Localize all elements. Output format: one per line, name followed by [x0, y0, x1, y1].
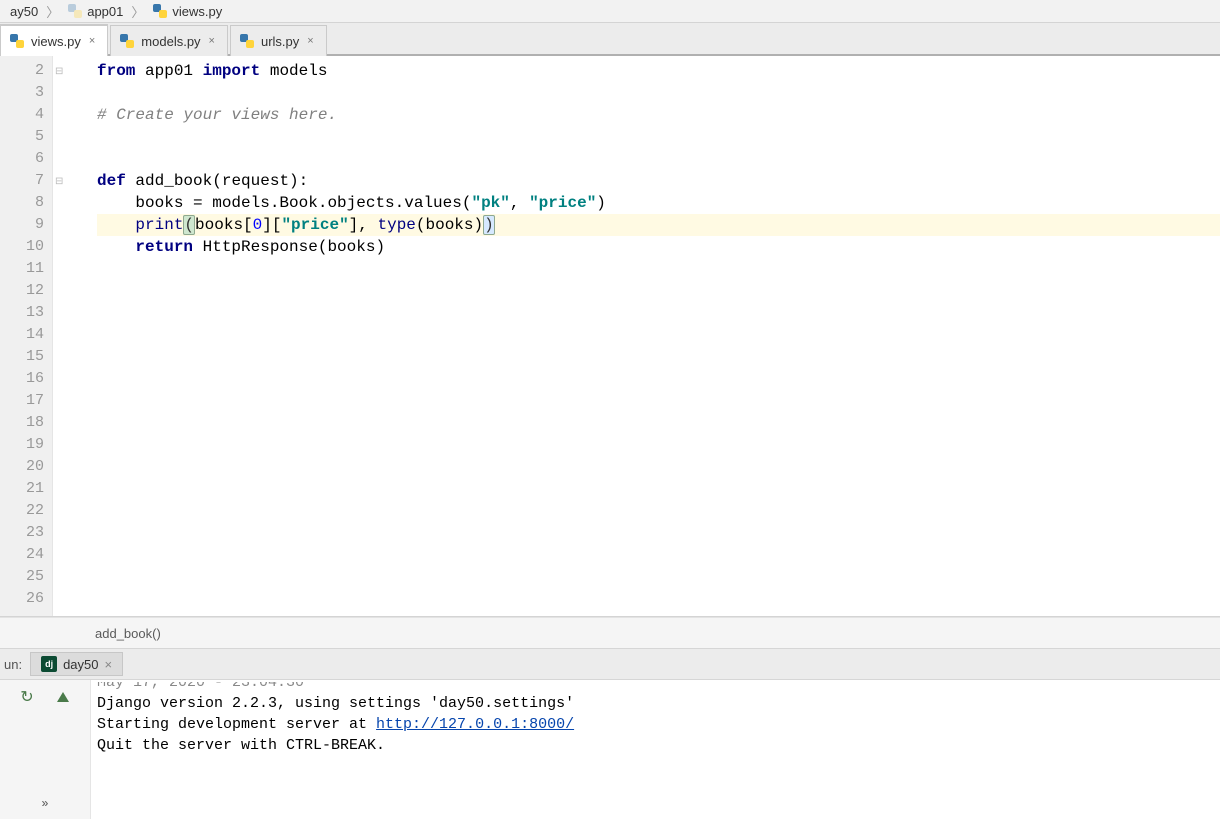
up-button[interactable]	[52, 686, 74, 708]
chevron-right-icon: 〉	[129, 2, 146, 21]
python-file-icon	[152, 3, 168, 19]
breadcrumb-item[interactable]: app01	[61, 3, 129, 19]
code-editor[interactable]: 2345678910111213141516171819202122232425…	[0, 56, 1220, 617]
tab-label: views.py	[31, 34, 81, 49]
django-icon: dj	[41, 656, 57, 672]
close-icon[interactable]: ×	[87, 35, 97, 47]
folder-icon	[67, 3, 83, 19]
console-toolbar: ↻ » »	[0, 680, 91, 819]
context-label: add_book()	[95, 626, 161, 641]
fold-toggle-icon[interactable]: ⊟	[55, 176, 63, 188]
console-link[interactable]: http://127.0.0.1:8000/	[376, 716, 574, 733]
console-output[interactable]: May 17, 2020 - 23:04:30Django version 2.…	[91, 680, 1220, 819]
fold-toggle-icon[interactable]: ⊟	[55, 66, 63, 78]
editor-tab[interactable]: urls.py ×	[230, 25, 327, 56]
editor-tab[interactable]: models.py ×	[110, 25, 228, 56]
close-icon[interactable]: ×	[305, 35, 315, 47]
editor-tab[interactable]: views.py ×	[0, 25, 108, 56]
close-icon[interactable]: ×	[105, 657, 113, 672]
expand-b-icon[interactable]: »	[42, 796, 49, 810]
run-console: ↻ » » May 17, 2020 - 23:04:30Django vers…	[0, 680, 1220, 819]
close-icon[interactable]: ×	[207, 35, 217, 47]
rerun-button[interactable]: ↻	[16, 686, 38, 708]
tab-label: models.py	[141, 34, 200, 49]
code-area[interactable]: from app01 import models# Create your vi…	[93, 56, 1220, 616]
run-toolwindow-header: un: dj day50 ×	[0, 649, 1220, 680]
python-file-icon	[239, 33, 255, 49]
context-breadcrumb[interactable]: add_book()	[0, 617, 1220, 649]
run-config-name: day50	[63, 657, 98, 672]
run-config-tab[interactable]: dj day50 ×	[30, 652, 123, 676]
line-number-gutter: 2345678910111213141516171819202122232425…	[0, 56, 53, 616]
breadcrumb-bar: ay50 〉 app01 〉 views.py	[0, 0, 1220, 23]
python-file-icon	[119, 33, 135, 49]
breadcrumb-item[interactable]: ay50	[4, 4, 44, 19]
breadcrumb-item[interactable]: views.py	[146, 3, 228, 19]
run-label: un:	[4, 657, 22, 672]
tab-label: urls.py	[261, 34, 299, 49]
python-file-icon	[9, 33, 25, 49]
editor-tabs: views.py × models.py × urls.py ×	[0, 23, 1220, 56]
fold-gutter[interactable]: ⊟⊟	[53, 56, 93, 616]
chevron-right-icon: 〉	[44, 2, 61, 21]
